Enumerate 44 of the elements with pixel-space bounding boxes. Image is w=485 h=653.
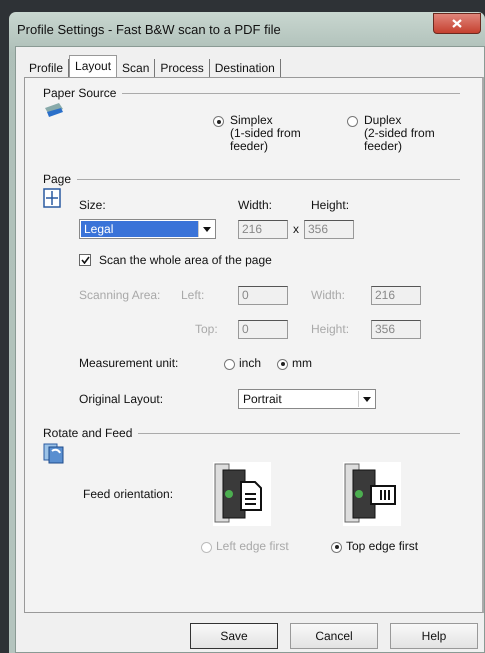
radio-label: mm: [292, 356, 312, 370]
times-sign: x: [293, 222, 299, 236]
group-title: Rotate and Feed: [43, 426, 132, 440]
window-title: Profile Settings - Fast B&W scan to a PDF file: [16, 22, 281, 36]
height-label: Height:: [311, 322, 350, 336]
page-size-icon: [43, 188, 61, 208]
layout-label: Original Layout:: [79, 392, 164, 406]
dropdown-arrow-icon[interactable]: [358, 391, 374, 407]
radio-label: Duplex (2-sided from feeder): [364, 114, 435, 155]
radio-button[interactable]: [347, 116, 358, 127]
checkbox-label: Scan the whole area of the page: [99, 253, 272, 267]
radio-button[interactable]: [331, 542, 342, 552]
scanner-feed-icon: [213, 462, 271, 526]
rotate-icon: [43, 442, 65, 464]
layout-dropdown[interactable]: Portrait: [238, 389, 376, 409]
tab[interactable]: Layout: [69, 55, 118, 77]
close-button[interactable]: [433, 12, 481, 34]
radio-label: Simplex (1-sided from feeder): [230, 114, 301, 155]
radio-label: Top edge first: [346, 539, 418, 553]
radio-button[interactable]: [213, 116, 224, 127]
top-label: Top:: [194, 322, 219, 336]
width-label: Width:: [238, 198, 274, 212]
group-title: Page: [43, 172, 72, 186]
scanner-feed-icon: [343, 462, 401, 526]
checkbox[interactable]: [79, 254, 91, 266]
radio-label: Left edge first: [216, 539, 289, 553]
group-title: Paper Source: [43, 86, 116, 100]
size-label: Size:: [79, 198, 107, 212]
radio-label: inch: [239, 356, 262, 370]
feed-orientation-label: Feed orientation:: [83, 487, 174, 501]
width-label: Width:: [311, 288, 346, 302]
close-icon: [452, 18, 462, 28]
height-label: Height:: [311, 198, 350, 212]
dialog-button[interactable]: Save: [190, 623, 278, 649]
radio-button[interactable]: [277, 358, 288, 370]
unit-label: Measurement unit:: [79, 356, 178, 370]
scanning-area-label: Scanning Area:: [79, 288, 162, 302]
left-label: Left:: [181, 288, 206, 302]
size-dropdown[interactable]: Legal: [79, 219, 216, 239]
scanner-icon: [43, 102, 65, 118]
dropdown-arrow-icon[interactable]: [198, 221, 214, 237]
dialog-button[interactable]: Help: [390, 623, 478, 649]
dialog-button[interactable]: Cancel: [290, 623, 378, 649]
radio-button[interactable]: [224, 358, 235, 370]
